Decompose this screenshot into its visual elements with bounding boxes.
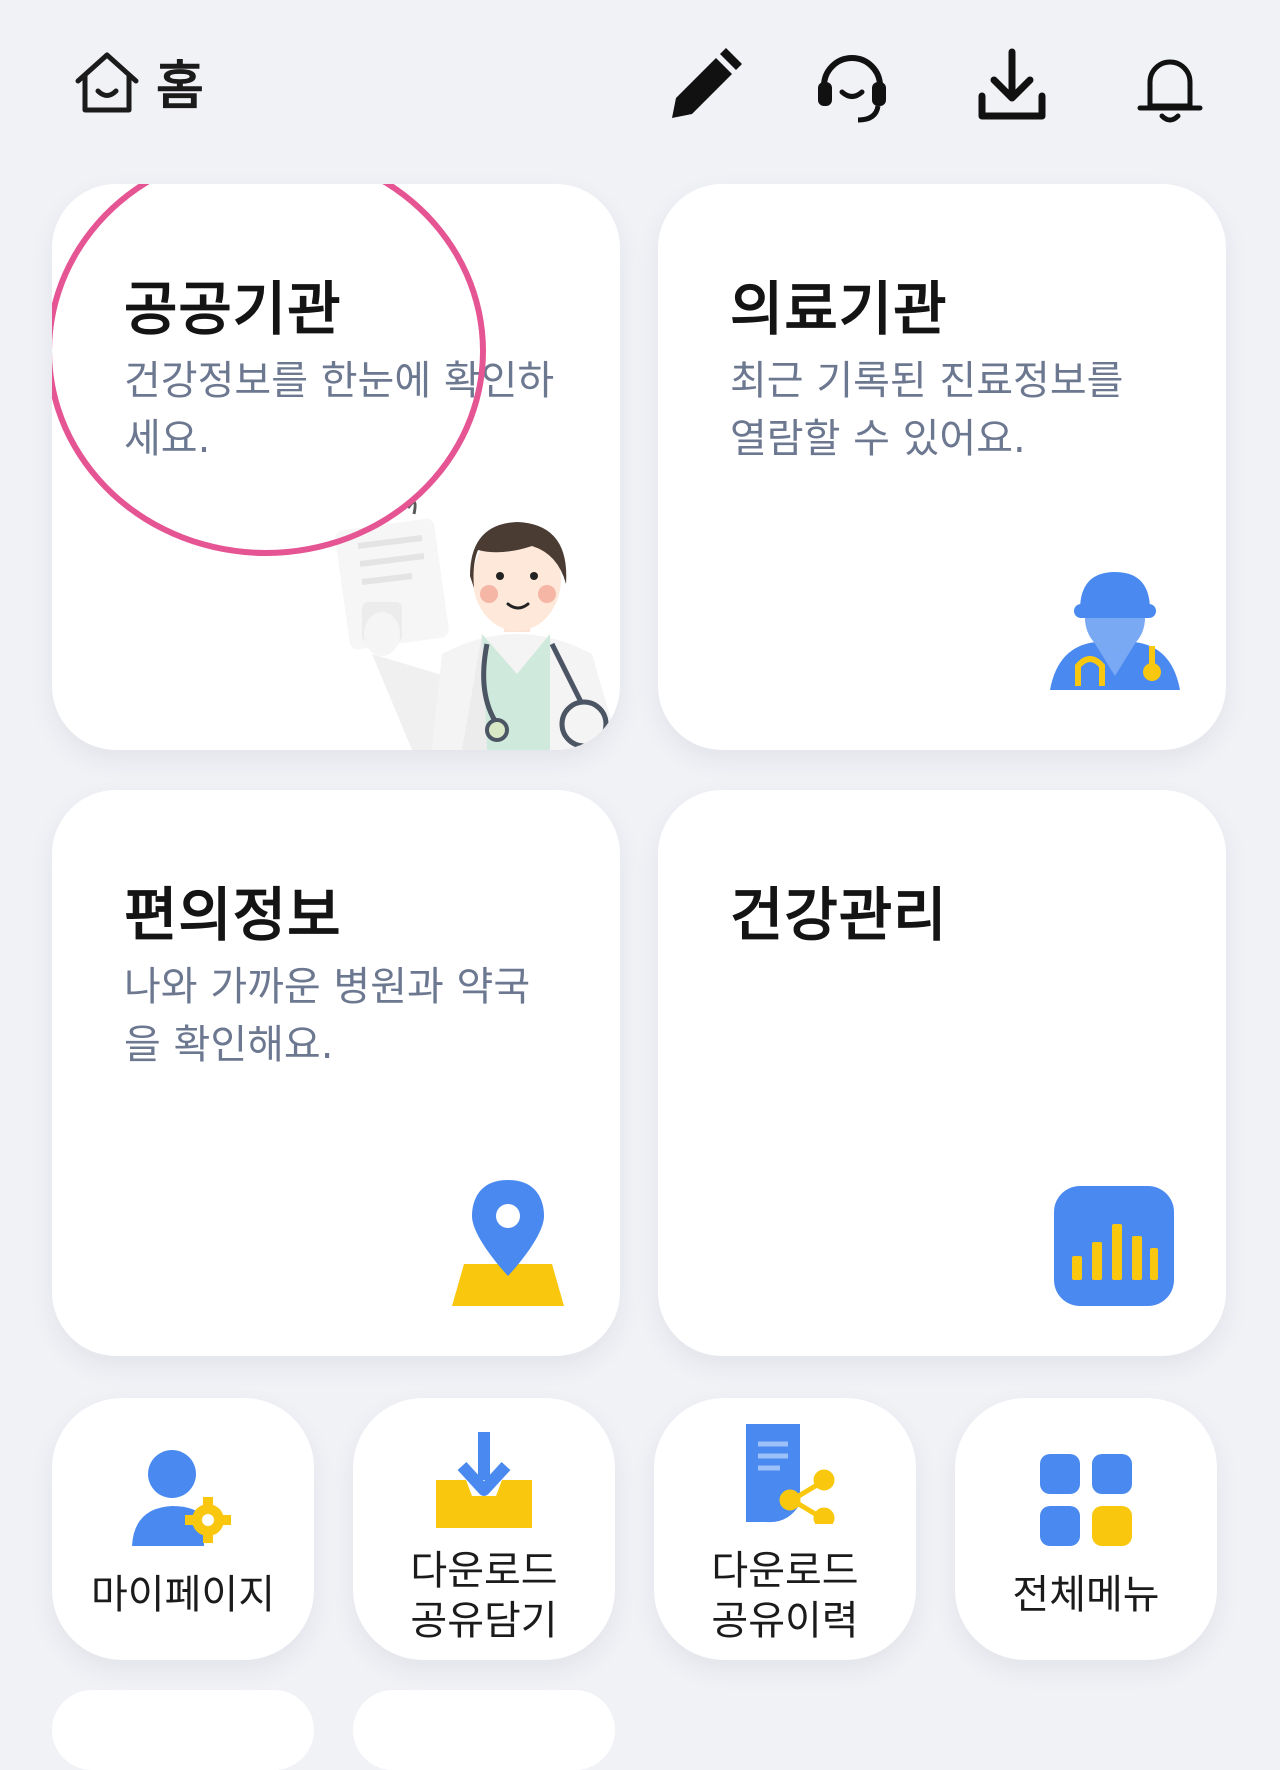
quick-label: 다운로드 공유이력 [711, 1548, 859, 1644]
card-convenience-info[interactable]: 편의정보 나와 가까운 병원과 약국을 확인해요. [52, 790, 620, 1356]
card-description: 최근 기록된 진료정보를 열람할 수 있어요. [730, 358, 1124, 462]
home-icon [75, 52, 139, 112]
download-icon[interactable] [972, 46, 1052, 126]
next-row-card [353, 1690, 615, 1770]
pencil-icon[interactable] [664, 46, 744, 126]
download-tray-icon [436, 1432, 532, 1528]
bar-chart-icon [1054, 1186, 1174, 1306]
card-medical-institution[interactable]: 의료기관 최근 기록된 진료정보를 열람할 수 있어요. [658, 184, 1226, 750]
card-title: 건강관리 [730, 881, 948, 949]
quick-label: 마이페이지 [91, 1572, 275, 1618]
quick-mypage[interactable]: 마이페이지 [52, 1398, 314, 1660]
card-description: 나와 가까운 병원과 약국을 확인해요. [124, 964, 531, 1068]
top-bar: 홈 [0, 0, 1280, 170]
headset-icon[interactable] [812, 46, 892, 126]
grid-menu-icon [1040, 1454, 1132, 1546]
user-settings-icon [132, 1450, 231, 1546]
quick-label: 전체메뉴 [1012, 1572, 1160, 1618]
quick-download-share-cart[interactable]: 다운로드 공유담기 [353, 1398, 615, 1660]
next-row-card [52, 1690, 314, 1770]
document-share-icon [746, 1424, 835, 1524]
quick-label: 다운로드 공유담기 [410, 1548, 558, 1644]
card-public-institution[interactable]: 공공기관 건강정보를 한눈에 확인하세요. [52, 184, 620, 750]
location-pin-icon [452, 1180, 564, 1306]
home-button[interactable]: 홈 [72, 44, 204, 119]
doctor-icon [1050, 572, 1180, 690]
bell-icon[interactable] [1130, 46, 1210, 126]
quick-all-menu[interactable]: 전체메뉴 [955, 1398, 1217, 1660]
home-label: 홈 [156, 57, 204, 117]
card-title: 편의정보 [124, 881, 342, 949]
card-title: 의료기관 [730, 275, 948, 343]
quick-download-share-history[interactable]: 다운로드 공유이력 [654, 1398, 916, 1660]
card-health-management[interactable]: 건강관리 [658, 790, 1226, 1356]
